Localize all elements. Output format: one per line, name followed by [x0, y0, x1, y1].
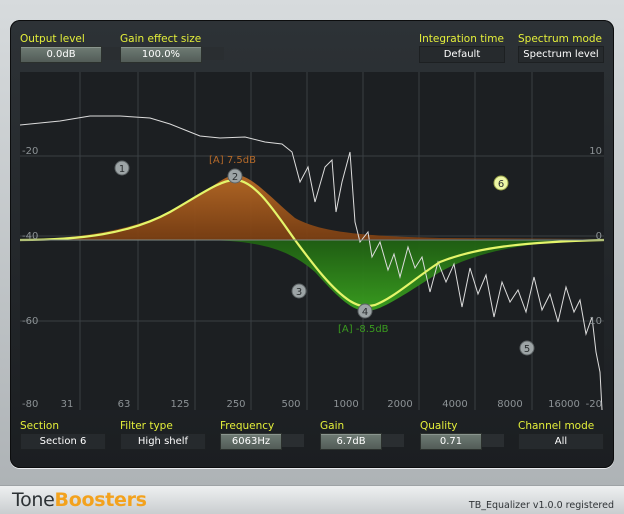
gain-effect-size-bar — [202, 47, 224, 60]
gain-value[interactable]: 6.7dB — [320, 433, 382, 450]
footer-bar: ToneBoosters TB_Equalizer v1.0.0 registe… — [0, 485, 624, 514]
band-marker-3[interactable]: 3 — [291, 283, 307, 299]
freq-tick: 1000 — [333, 399, 358, 410]
left-db-tick: -40 — [22, 231, 38, 242]
section-label: Section — [20, 420, 60, 432]
brand-part-a: Tone — [12, 489, 55, 511]
channel-mode-control[interactable]: Channel mode All — [518, 420, 618, 452]
band-marker-5-label: 5 — [524, 344, 530, 355]
freq-tick: 125 — [170, 399, 189, 410]
freq-tick: 4000 — [442, 399, 467, 410]
frequency-value[interactable]: 6063Hz — [220, 433, 282, 450]
integration-time-control[interactable]: Integration time Default — [419, 33, 519, 65]
gain-control[interactable]: Gain 6.7dB — [320, 420, 420, 452]
gain-bar — [382, 434, 404, 447]
band-marker-2[interactable]: 2 — [227, 168, 243, 184]
left-db-tick: -60 — [22, 316, 38, 327]
gain-effect-size-value[interactable]: 100.0% — [120, 46, 202, 63]
right-db-tick: 0 — [596, 231, 602, 242]
freq-tick: 31 — [61, 399, 74, 410]
spectrum-mode-label: Spectrum mode — [518, 33, 602, 45]
output-level-value[interactable]: 0.0dB — [20, 46, 102, 63]
frequency-label: Frequency — [220, 420, 275, 432]
gain-label: Gain — [320, 420, 345, 432]
band-marker-1-label: 1 — [119, 164, 125, 175]
dip-gain-label: [A] -8.5dB — [338, 324, 389, 335]
left-db-ticks: -20 -40 -60 -80 — [22, 146, 38, 410]
band-marker-4-label: 4 — [362, 307, 368, 318]
band-marker-5[interactable]: 5 — [519, 340, 535, 356]
gain-effect-size-control[interactable]: Gain effect size 100.0% — [120, 33, 224, 65]
freq-tick: 250 — [226, 399, 245, 410]
integration-time-value[interactable]: Default — [419, 46, 505, 63]
right-db-tick: 10 — [589, 316, 602, 327]
filter-type-value[interactable]: High shelf — [120, 433, 206, 450]
quality-label: Quality — [420, 420, 458, 432]
cut-fill — [200, 239, 604, 312]
eq-graph-svg: 1 2 3 4 5 6 [A] 7.5dB [A] -8.5dB -20 -40 — [20, 72, 604, 410]
freq-tick: 63 — [118, 399, 131, 410]
right-db-tick: 10 — [589, 146, 602, 157]
version-text: TB_Equalizer v1.0.0 registered — [468, 500, 614, 511]
band-marker-6[interactable]: 6 — [493, 175, 509, 191]
output-level-control[interactable]: Output level 0.0dB — [20, 33, 124, 65]
left-db-tick: -20 — [22, 146, 38, 157]
channel-mode-label: Channel mode — [518, 420, 595, 432]
integration-time-label: Integration time — [419, 33, 504, 45]
quality-value[interactable]: 0.71 — [420, 433, 482, 450]
brand-part-b: Boosters — [54, 489, 147, 511]
brand-logo: ToneBoosters — [12, 489, 147, 511]
section-control[interactable]: Section Section 6 — [20, 420, 120, 452]
eq-graph[interactable]: 1 2 3 4 5 6 [A] 7.5dB [A] -8.5dB -20 -40 — [20, 72, 604, 410]
freq-tick: 16000 — [548, 399, 580, 410]
right-db-tick: -20 — [586, 399, 602, 410]
band-marker-3-label: 3 — [296, 287, 302, 298]
freq-tick: 8000 — [497, 399, 522, 410]
spectrum-mode-control[interactable]: Spectrum mode Spectrum level — [518, 33, 618, 65]
freq-tick: 500 — [281, 399, 300, 410]
output-level-label: Output level — [20, 33, 85, 45]
band-marker-4[interactable]: 4 — [357, 303, 373, 319]
channel-mode-value[interactable]: All — [518, 433, 604, 450]
band-marker-1[interactable]: 1 — [114, 160, 130, 176]
band-marker-2-label: 2 — [232, 172, 238, 183]
left-db-tick: -80 — [22, 399, 38, 410]
filter-type-label: Filter type — [120, 420, 173, 432]
quality-control[interactable]: Quality 0.71 — [420, 420, 520, 452]
gain-effect-size-label: Gain effect size — [120, 33, 202, 45]
filter-type-control[interactable]: Filter type High shelf — [120, 420, 220, 452]
peak-gain-label: [A] 7.5dB — [209, 155, 256, 166]
freq-ticks: 31 63 125 250 500 1000 2000 4000 8000 16… — [61, 399, 580, 410]
band-marker-6-label: 6 — [498, 179, 504, 190]
quality-bar — [482, 434, 504, 447]
spectrum-mode-value[interactable]: Spectrum level — [518, 46, 604, 63]
freq-tick: 2000 — [387, 399, 412, 410]
section-value[interactable]: Section 6 — [20, 433, 106, 450]
frequency-bar — [282, 434, 304, 447]
frequency-control[interactable]: Frequency 6063Hz — [220, 420, 320, 452]
